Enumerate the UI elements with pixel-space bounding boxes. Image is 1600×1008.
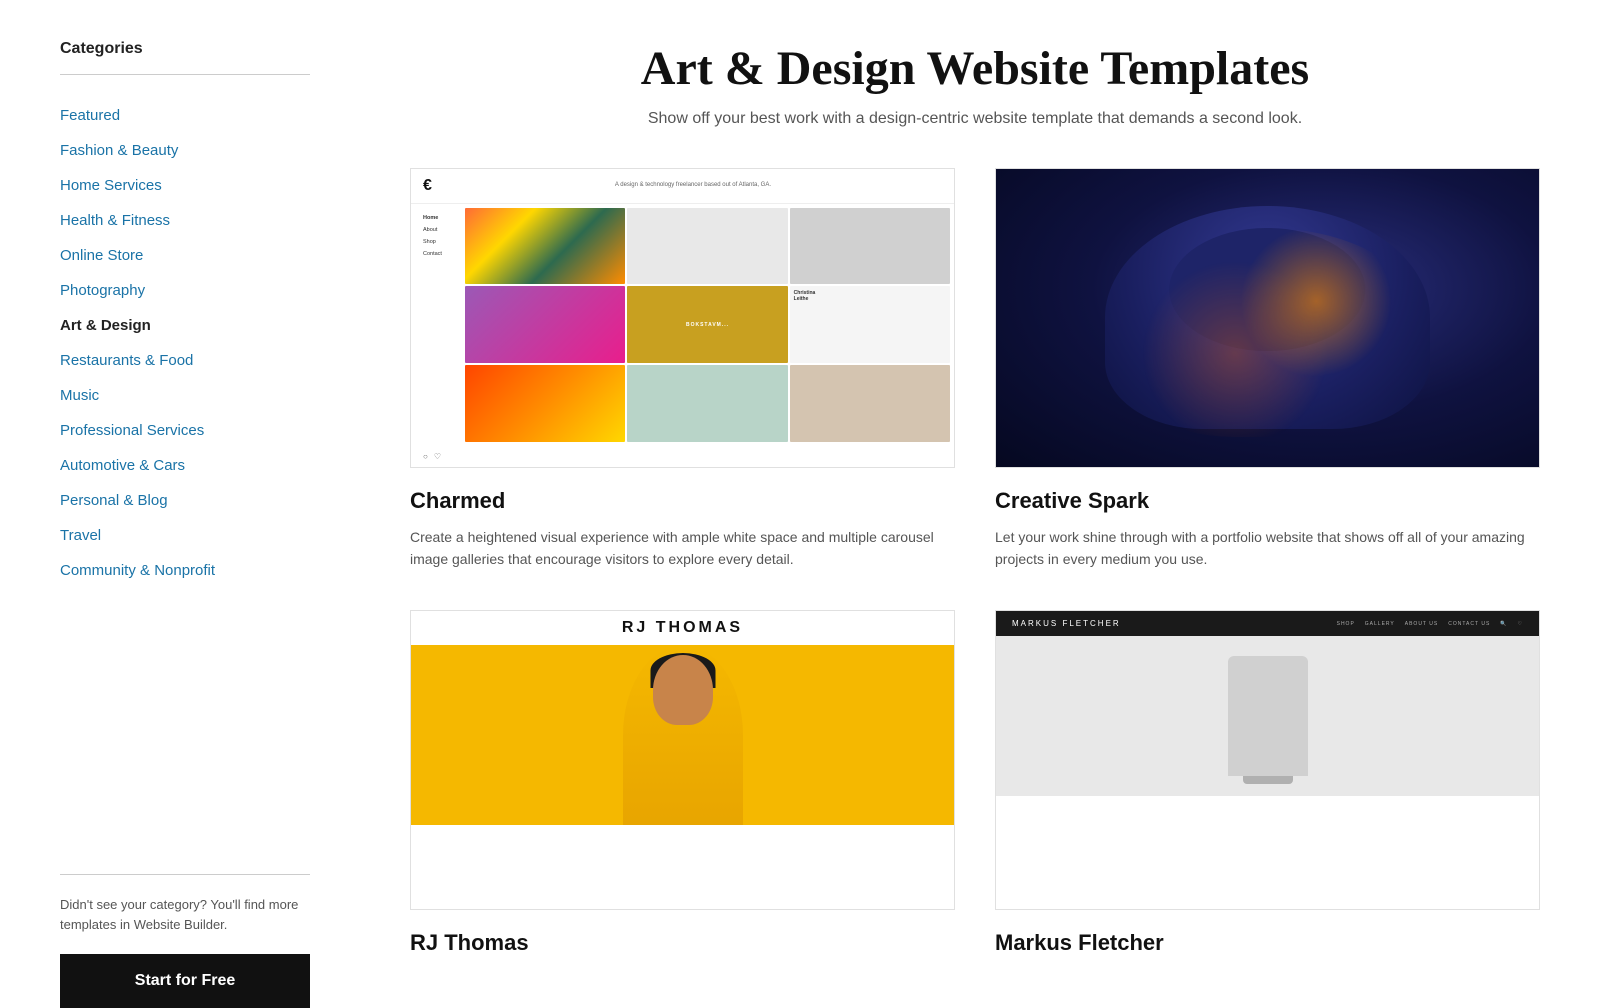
charmed-bottom-icons: ○♡ [411,446,954,467]
charmed-nav: Home About Shop Contact [411,204,461,446]
sidebar-nav-item-automotive-cars[interactable]: Automotive & Cars [60,449,310,482]
charmed-img-2 [627,208,787,285]
template-card-markus-fletcher: MARKUS FLETCHER SHOP GALLERY ABOUT US CO… [995,610,1540,968]
mf-product [1228,656,1308,776]
rjt-title: RJ THOMAS [622,619,743,637]
sidebar-footer-divider [60,874,310,875]
charmed-img-5: BOKSTAVM... [627,286,787,363]
rjt-person-figure [623,645,743,825]
page-subtitle: Show off your best work with a design-ce… [410,110,1540,128]
template-desc-charmed: Create a heightened visual experience wi… [410,526,955,571]
template-card-charmed: € A design & technology freelancer based… [410,168,955,571]
charmed-img-1 [465,208,625,285]
sidebar-nav-item-online-store[interactable]: Online Store [60,239,310,272]
sidebar: Categories FeaturedFashion & BeautyHome … [0,0,350,1008]
charmed-nav-home: Home [423,212,461,224]
sidebar-nav-item-personal-blog[interactable]: Personal & Blog [60,484,310,517]
charmed-nav-contact: Contact [423,248,461,260]
charmed-image-grid: BOKSTAVM... ChristinaLeithe [461,204,954,446]
page-title: Art & Design Website Templates [410,40,1540,98]
template-preview-markus-fletcher[interactable]: MARKUS FLETCHER SHOP GALLERY ABOUT US CO… [995,610,1540,910]
mf-header: MARKUS FLETCHER SHOP GALLERY ABOUT US CO… [996,611,1539,636]
charmed-nav-shop: Shop [423,236,461,248]
templates-grid: € A design & technology freelancer based… [410,168,1540,969]
mf-nav: SHOP GALLERY ABOUT US CONTACT US 🔍 ♡ [1337,621,1523,627]
sidebar-nav-item-community-nonprofit[interactable]: Community & Nonprofit [60,554,310,587]
template-name-markus-fletcher: Markus Fletcher [995,930,1540,956]
charmed-img-6: ChristinaLeithe [790,286,950,363]
sidebar-nav-item-health-fitness[interactable]: Health & Fitness [60,204,310,237]
start-for-free-button[interactable]: Start for Free [60,954,310,1008]
sidebar-divider [60,74,310,75]
template-card-creative-spark: HOME CONTACT CREATIVE SPARK PORTFOLIO Cr… [995,168,1540,571]
template-preview-creative-spark[interactable]: HOME CONTACT CREATIVE SPARK PORTFOLIO [995,168,1540,468]
sidebar-nav-item-professional-services[interactable]: Professional Services [60,414,310,447]
rjt-header: RJ THOMAS [411,611,954,645]
sidebar-nav-item-photography[interactable]: Photography [60,274,310,307]
page-header: Art & Design Website Templates Show off … [410,40,1540,128]
sidebar-nav-item-art-design[interactable]: Art & Design [60,309,310,342]
template-desc-creative-spark: Let your work shine through with a portf… [995,526,1540,571]
template-card-rj-thomas: RJ THOMAS RJ Thomas [410,610,955,968]
sidebar-nav-item-restaurants-food[interactable]: Restaurants & Food [60,344,310,377]
sidebar-nav-item-fashion-beauty[interactable]: Fashion & Beauty [60,134,310,167]
charmed-nav-about: About [423,224,461,236]
template-name-rj-thomas: RJ Thomas [410,930,955,956]
template-preview-charmed[interactable]: € A design & technology freelancer based… [410,168,955,468]
template-name-charmed: Charmed [410,488,955,514]
rjt-head [653,655,713,725]
sidebar-footer: Didn't see your category? You'll find mo… [60,844,310,1008]
charmed-img-4 [465,286,625,363]
mf-content [996,636,1539,796]
template-preview-rj-thomas[interactable]: RJ THOMAS [410,610,955,910]
sidebar-nav-item-travel[interactable]: Travel [60,519,310,552]
charmed-tagline: A design & technology freelancer based o… [444,177,942,191]
sidebar-nav-item-music[interactable]: Music [60,379,310,412]
sidebar-nav-item-featured[interactable]: Featured [60,99,310,132]
charmed-logo: € [423,177,432,195]
cs-face [996,169,1539,467]
charmed-img-8 [627,365,787,442]
template-name-creative-spark: Creative Spark [995,488,1540,514]
sidebar-nav-item-home-services[interactable]: Home Services [60,169,310,202]
sidebar-nav: FeaturedFashion & BeautyHome ServicesHea… [60,99,310,587]
charmed-img-9 [790,365,950,442]
sidebar-title: Categories [60,40,310,58]
mf-logo: MARKUS FLETCHER [1012,619,1121,628]
sidebar-footer-text: Didn't see your category? You'll find mo… [60,895,310,934]
charmed-img-7 [465,365,625,442]
charmed-img-3 [790,208,950,285]
main-content: Art & Design Website Templates Show off … [350,0,1600,1008]
rjt-yellow [411,645,954,825]
cs-silhouette [1105,206,1431,430]
